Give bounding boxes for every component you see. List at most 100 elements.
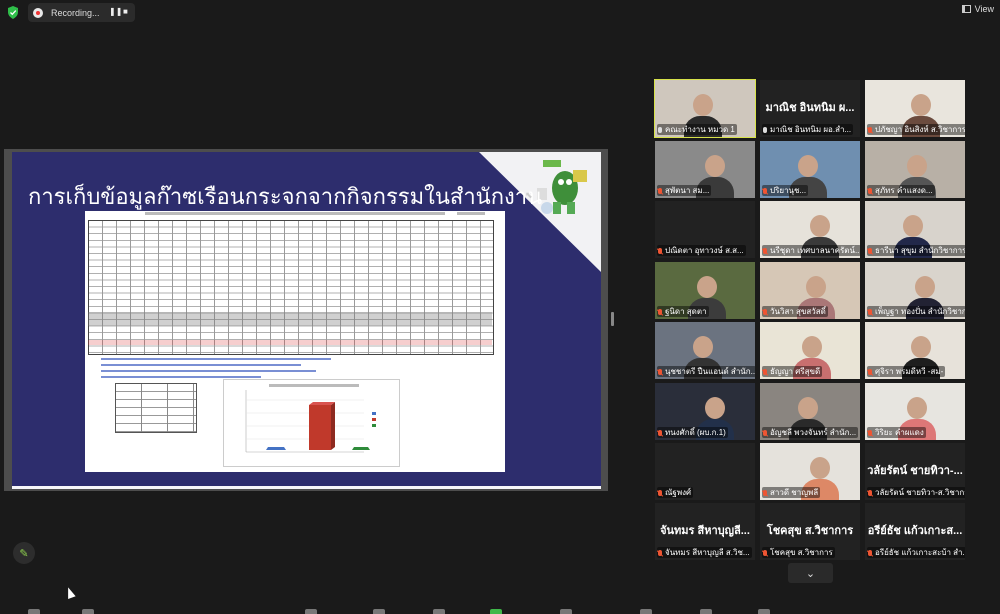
participant-name-label: ธารีนา สุขุม สำนักวิชาการ (867, 245, 965, 256)
mic-icon (763, 126, 767, 133)
participant-tile[interactable]: จันทมร สีหาบุญลี... จันทมร สีหาบุญลี ส.วิ… (655, 503, 755, 560)
muted-mic-icon (868, 429, 872, 436)
highlighted-rows (88, 312, 492, 326)
participant-name: คณะทำงาน หมวด 1 (665, 125, 735, 134)
participant-tile[interactable]: ฐนิดา สุดตา (655, 262, 755, 319)
splitter-handle[interactable] (611, 312, 614, 326)
participant-name: สุพัตนา สม... (665, 186, 710, 195)
participant-tile[interactable]: นรีชุดา เทศบาลนาครัตน์... (760, 201, 860, 258)
participant-tile[interactable]: วันวิสา สุขสวัสดิ์ (760, 262, 860, 319)
participant-avatar (903, 215, 923, 237)
participant-tile[interactable]: ปริยานุช... (760, 141, 860, 198)
participant-display-name: วลัยรัตน์ ชายทิวา-... (867, 465, 963, 477)
muted-mic-icon (763, 187, 767, 194)
participant-name: อรีย์ธัช แก้วเกาะสะบ้า สำ... (875, 548, 965, 557)
presentation-slide: การเก็บข้อมูลก๊าซเรือนกระจกจากกิจกรรมในส… (12, 152, 601, 489)
muted-mic-icon (658, 489, 662, 496)
participant-tile[interactable]: ทนงศักดิ์ (ผบ.ก.1) (655, 383, 755, 440)
participant-name-label: อรีย์ธัช แก้วเกาะสะบ้า สำ... (867, 547, 965, 558)
muted-mic-icon (868, 126, 872, 133)
participant-name: เพ็ญฐา ทองปั่น สำนักวิชาการ (875, 307, 965, 316)
participant-avatar (798, 397, 818, 419)
muted-mic-icon (658, 187, 662, 194)
participant-name-label: นรีชุดา เทศบาลนาครัตน์... (762, 245, 860, 256)
participant-name: ปณิดตา อุทาวงษ์ ส.ส... (665, 246, 744, 255)
participant-name: วิริยะ คำผแดง (875, 428, 924, 437)
participant-tile[interactable]: คณะทำงาน หมวด 1 (654, 79, 756, 138)
participant-display-name: โชคสุข ส.วิชาการ (766, 525, 854, 537)
participant-avatar (697, 276, 717, 298)
participant-name-label: มาณิช อินทนิม ผอ.สำ... (762, 124, 854, 135)
participant-tile[interactable]: นุชชาตรี ปืนแอนด์ สำนัก... (655, 322, 755, 379)
participant-tile[interactable]: เพ็ญฐา ทองปั่น สำนักวิชาการ (865, 262, 965, 319)
embedded-spreadsheet (85, 211, 505, 472)
participant-display-name: จันทมร สีหาบุญลี... (660, 525, 750, 537)
participant-tile[interactable]: วลัยรัตน์ ชายทิวา-... วลัยรัตน์ ชายทิวา-ส… (865, 443, 965, 500)
participant-tile[interactable]: ปณิดตา อุทาวงษ์ ส.ส... (655, 201, 755, 258)
recording-icon (33, 7, 43, 18)
participant-name-label: ธัญญา ศรีสุขดี (762, 366, 823, 377)
participant-name: ปภัชญา อินสิงห์ ส.วิชาการ (875, 125, 965, 134)
participant-name-label: วิริยะ คำผแดง (867, 427, 926, 438)
participant-name: โชคสุข ส.วิชาการ (770, 548, 833, 557)
pointer-cursor-icon: ⬉ (525, 191, 533, 201)
participant-name: วันวิสา สุขสวัสดิ์ (770, 307, 826, 316)
meeting-toolbar (0, 609, 1000, 614)
participant-avatar (911, 336, 931, 358)
view-label: View (974, 4, 994, 14)
muted-mic-icon (763, 429, 767, 436)
participant-name-label: ปณิดตา อุทาวงษ์ ส.ส... (657, 245, 746, 256)
security-shield-icon[interactable] (7, 6, 19, 19)
participant-tile[interactable]: ศุจิรา พรมดีหวี -สม- (865, 322, 965, 379)
participant-name-label: ทนงศักดิ์ (ผบ.ก.1) (657, 427, 728, 438)
participant-name: สุภัทร คำแสงด... (875, 186, 933, 195)
view-button[interactable]: View (961, 4, 994, 14)
participant-tile[interactable]: ธัญญา ศรีสุขดี (760, 322, 860, 379)
participant-name-label: สุภัทร คำแสงด... (867, 185, 935, 196)
muted-mic-icon (868, 247, 872, 254)
participant-tile[interactable]: อัญชลี พวงจันทร์ สำนัก... (760, 383, 860, 440)
participant-tile[interactable]: สุพัตนา สม... (655, 141, 755, 198)
muted-mic-icon (763, 489, 767, 496)
pause-recording-button[interactable]: ❚❚ (109, 7, 122, 16)
participant-tile[interactable]: สุภัทร คำแสงด... (865, 141, 965, 198)
flagged-row (88, 340, 492, 345)
participant-avatar (907, 155, 927, 177)
participant-name: ธารีนา สุขุม สำนักวิชาการ (875, 246, 965, 255)
participant-avatar (806, 276, 826, 298)
participant-name: ฐนิดา สุดตา (665, 307, 707, 316)
participant-tile[interactable]: อรีย์ธัช แก้วเกาะส... อรีย์ธัช แก้วเกาะสะ… (865, 503, 965, 560)
participant-tile[interactable]: สาวดี ชาญพลี (760, 443, 860, 500)
participant-name: มาณิช อินทนิม ผอ.สำ... (770, 125, 852, 134)
spreadsheet-header (145, 212, 445, 215)
muted-mic-icon (868, 308, 872, 315)
participant-tile[interactable]: โชคสุข ส.วิชาการ โชคสุข ส.วิชาการ (760, 503, 860, 560)
participant-tile[interactable]: ณัฐพงศ์ (655, 443, 755, 500)
participant-name-label: ศุจิรา พรมดีหวี -สม- (867, 366, 946, 377)
annotate-pen-button[interactable]: ✎ (13, 542, 35, 564)
participant-name-label: วันวิสา สุขสวัสดิ์ (762, 306, 828, 317)
participant-avatar (810, 215, 830, 237)
view-icon (961, 5, 971, 13)
more-participants-button[interactable]: ⌄ (788, 563, 833, 583)
muted-mic-icon (868, 489, 872, 496)
embedded-chart (223, 379, 400, 467)
participant-tile[interactable]: มาณิช อินทนิม ผ... มาณิช อินทนิม ผอ.สำ... (760, 80, 860, 137)
participant-name-label: ปริยานุช... (762, 185, 809, 196)
participant-tile[interactable]: วิริยะ คำผแดง (865, 383, 965, 440)
participant-name-label: จันทมร สีหาบุญลี ส.วิช... (657, 547, 752, 558)
participant-name: สาวดี ชาญพลี (770, 488, 819, 497)
participant-tile[interactable]: ธารีนา สุขุม สำนักวิชาการ (865, 201, 965, 258)
stop-recording-button[interactable]: ■ (123, 7, 128, 16)
muted-mic-icon (763, 247, 767, 254)
participant-name-label: ปภัชญา อินสิงห์ ส.วิชาการ (867, 124, 965, 135)
participant-name-label: เพ็ญฐา ทองปั่น สำนักวิชาการ (867, 306, 965, 317)
participant-name: ธัญญา ศรีสุขดี (770, 367, 821, 376)
participant-display-name: อรีย์ธัช แก้วเกาะส... (867, 525, 963, 537)
shared-screen[interactable]: การเก็บข้อมูลก๊าซเรือนกระจกจากกิจกรรมในส… (4, 149, 608, 491)
participant-name-label: สาวดี ชาญพลี (762, 487, 821, 498)
chevron-down-icon: ⌄ (805, 566, 816, 580)
participant-tile[interactable]: ปภัชญา อินสิงห์ ส.วิชาการ (865, 80, 965, 137)
participant-name-label: ฐนิดา สุดตา (657, 306, 709, 317)
pen-icon: ✎ (19, 546, 29, 560)
